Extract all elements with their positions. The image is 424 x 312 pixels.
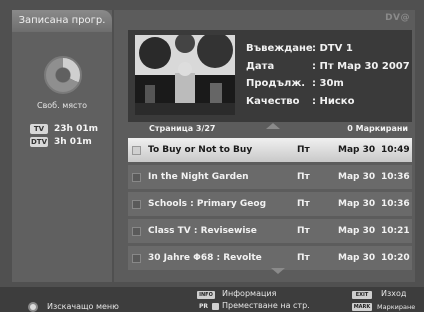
checkbox-icon[interactable] [132,254,141,263]
program-thumbnail [135,35,235,115]
checkbox-icon[interactable] [132,227,141,236]
page-indicator: Страница 3/27 [149,124,216,133]
mark-key-icon: MARK [352,303,372,311]
popup-menu-icon [30,304,36,310]
page-updown-icon [212,303,219,310]
list-item[interactable]: 30 Jahre Φ68 : Revolte Пт Мар 30 10:20 [128,246,412,270]
popup-menu-hint: Изскачащо меню [47,302,119,311]
tv-duration: 23h 01m [54,124,98,134]
checkbox-icon[interactable] [132,200,141,209]
mark-hint: Маркиране [377,303,416,311]
detail-input-row: Въвеждане: DTV 1 [246,43,353,54]
pr-key-label: PR [199,303,209,310]
marked-count: 0 Маркирани [347,124,408,133]
detail-date-row: Дата: Пт Мар 30 2007 [246,60,410,72]
info-hint: Информация [222,289,277,298]
list-item[interactable]: Schools : Primary Geog Пт Мар 30 10:36 [128,192,412,216]
tab-recorded-programs[interactable]: Записана прогр. [12,10,112,32]
list-item[interactable]: Class TV : Revisewise Пт Мар 30 10:21 [128,219,412,243]
exit-key-icon: EXIT [352,291,372,299]
free-space-label: Своб. място [36,101,87,110]
tv-badge: TV [30,124,48,134]
tv-recording-time: TV 23h 01m [30,123,98,135]
detail-duration-row: Продълж.: 30m [246,78,344,89]
scroll-up-icon[interactable] [266,123,280,129]
detail-quality-row: Качество: Ниско [246,95,355,107]
checkbox-icon[interactable] [132,173,141,182]
free-space-pie-icon [44,56,82,94]
dtv-recording-time: DTV 3h 01m [30,136,92,148]
page-move-hint: Преместване на стр. [222,301,310,310]
dtv-badge: DTV [30,137,48,147]
recorded-programs-screen: Записана прогр. Своб. място TV 23h 01m D… [0,0,424,312]
list-item[interactable]: To Buy or Not to Buy Пт Мар 30 10:49 [128,138,412,162]
exit-hint: Изход [381,289,407,298]
list-item[interactable]: In the Night Garden Пт Мар 30 10:36 [128,165,412,189]
brand-logo: DV@ [385,13,410,23]
info-key-icon: INFO [197,291,215,299]
dtv-duration: 3h 01m [54,137,92,147]
program-list: To Buy or Not to Buy Пт Мар 30 10:49 In … [128,138,412,273]
program-details: Въвеждане: DTV 1 Дата: Пт Мар 30 2007 Пр… [246,40,410,110]
checkbox-icon[interactable] [132,146,141,155]
scroll-down-icon[interactable] [271,268,285,274]
